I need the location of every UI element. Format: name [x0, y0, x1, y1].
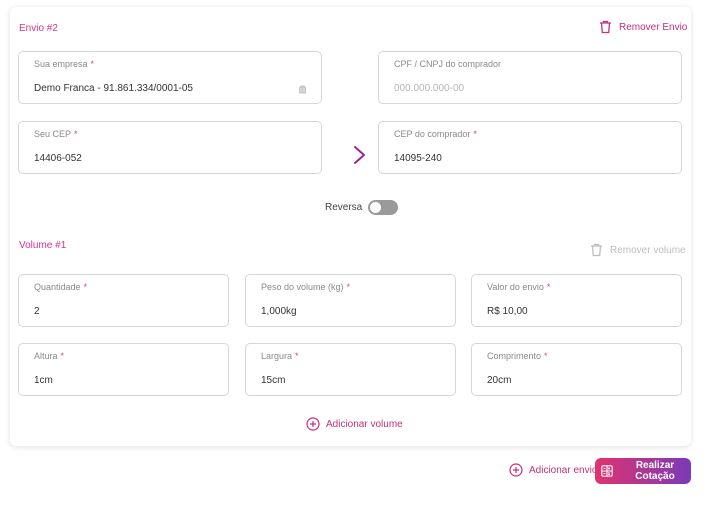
buyer-document-label: CPF / CNPJ do comprador [394, 59, 502, 69]
remove-shipment-label: Remover Envio [619, 21, 688, 33]
weight-field[interactable]: Peso do volume (kg) * 1,000kg [245, 274, 456, 327]
plus-circle-icon [306, 417, 320, 431]
length-field[interactable]: Comprimento * 20cm [471, 343, 682, 396]
width-label: Largura * [261, 351, 299, 361]
chevron-right-icon [354, 146, 365, 164]
weight-value: 1,000kg [261, 306, 297, 317]
weight-label: Peso do volume (kg) * [261, 282, 351, 292]
submit-quote-label: Realizar Cotação [635, 460, 675, 482]
destination-cep-field[interactable]: CEP do comprador * 14095-240 [378, 121, 682, 174]
company-label: Sua empresa * [34, 59, 95, 69]
shipment-title: Envio #2 [19, 23, 58, 34]
shipment-value-value: R$ 10,00 [487, 306, 528, 317]
origin-cep-value: 14406-052 [34, 153, 82, 164]
add-shipment-button[interactable]: Adicionar envio [509, 463, 597, 477]
origin-cep-field[interactable]: Seu CEP * 14406-052 [18, 121, 322, 174]
buyer-document-placeholder: 000.000.000-00 [394, 83, 465, 94]
height-field[interactable]: Altura * 1cm [18, 343, 229, 396]
length-value: 20cm [487, 375, 512, 386]
volume-title: Volume #1 [19, 240, 67, 251]
trash-icon [600, 20, 611, 34]
remove-volume-label: Remover volume [610, 244, 686, 256]
height-label: Altura * [34, 351, 65, 361]
shipment-value-field[interactable]: Valor do envio * R$ 10,00 [471, 274, 682, 327]
quantity-value: 2 [34, 306, 40, 317]
remove-shipment-button[interactable]: Remover Envio [599, 20, 687, 34]
calculator-icon [601, 465, 613, 477]
destination-cep-label: CEP do comprador * [394, 129, 477, 139]
plus-circle-icon [509, 463, 523, 477]
add-volume-label: Adicionar volume [326, 418, 403, 430]
toggle-knob [370, 202, 382, 213]
trash-icon [591, 243, 602, 257]
shipment-card: Envio #2 Remover Envio Sua empresa * Demo… [10, 7, 691, 446]
width-field[interactable]: Largura * 15cm [245, 343, 456, 396]
reverse-label: Reversa [325, 202, 363, 213]
remove-volume-button[interactable]: Remover volume [590, 243, 686, 257]
submit-quote-button[interactable]: Realizar Cotação [595, 458, 691, 484]
destination-cep-value: 14095-240 [394, 153, 442, 164]
length-label: Comprimento * [487, 351, 548, 361]
company-select[interactable]: Sua empresa * Demo Franca - 91.861.334/00… [18, 51, 322, 104]
shipment-value-label: Valor do envio * [487, 282, 551, 292]
add-volume-button[interactable]: Adicionar volume [306, 417, 403, 431]
building-icon [299, 85, 306, 94]
reverse-toggle[interactable] [368, 200, 399, 215]
width-value: 15cm [261, 375, 286, 386]
company-value: Demo Franca - 91.861.334/0001-05 [34, 83, 193, 94]
reverse-toggle-row: Reversa [325, 200, 399, 215]
buyer-document-field[interactable]: CPF / CNPJ do comprador 000.000.000-00 [378, 51, 682, 104]
origin-cep-label: Seu CEP * [34, 129, 78, 139]
quantity-label: Quantidade * [34, 282, 88, 292]
add-shipment-label: Adicionar envio [529, 464, 598, 476]
height-value: 1cm [34, 375, 53, 386]
quantity-field[interactable]: Quantidade * 2 [18, 274, 229, 327]
